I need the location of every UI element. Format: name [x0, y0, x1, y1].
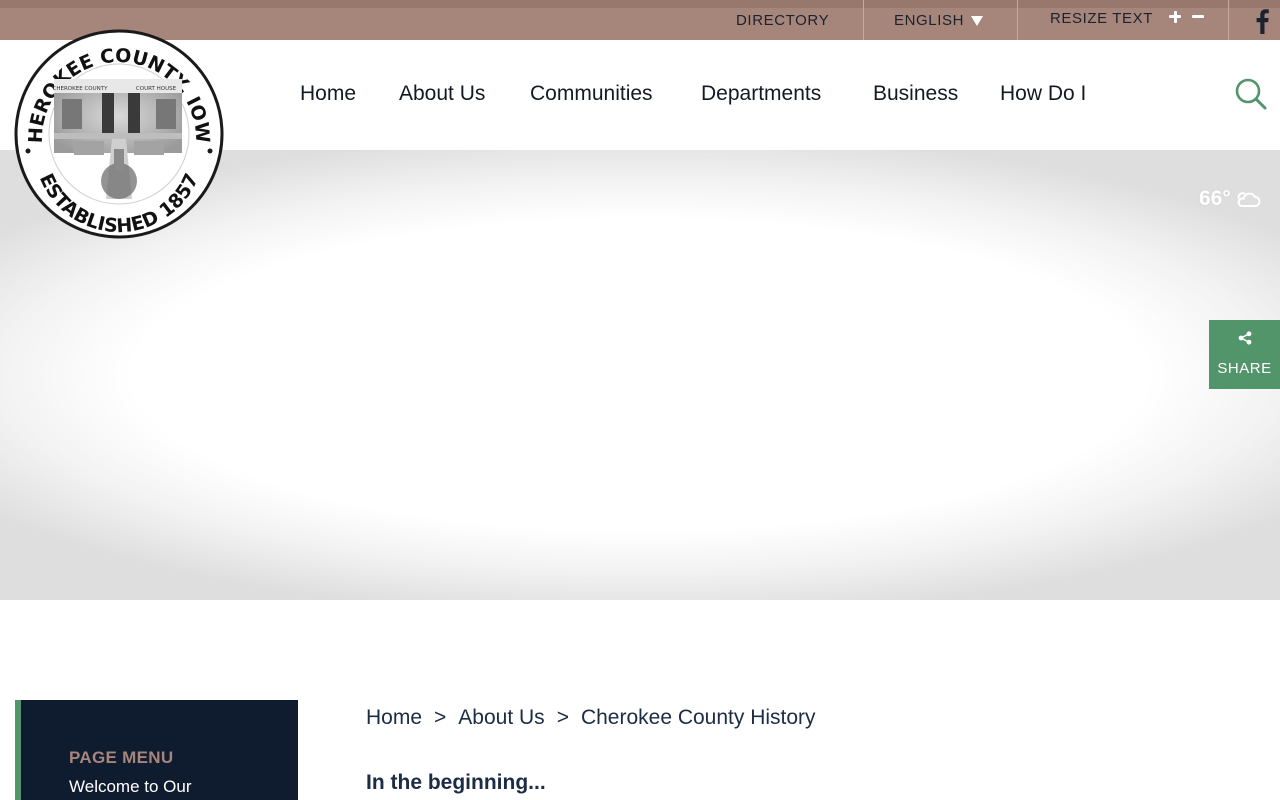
page-menu-title: PAGE MENU — [69, 748, 174, 767]
weather-temp: 66° — [1199, 187, 1231, 210]
weather-widget: 66° — [1199, 187, 1261, 211]
directory-link[interactable]: DIRECTORY — [736, 0, 829, 40]
partly-cloudy-icon — [1237, 192, 1261, 207]
directory-label: DIRECTORY — [736, 11, 830, 29]
minus-icon[interactable] — [1190, 9, 1206, 25]
share-label: SHARE — [1217, 360, 1272, 377]
language-label: ENGLISH — [894, 11, 965, 29]
breadcrumb-current: Cherokee County History — [580, 706, 816, 729]
nav-communities[interactable]: Communities — [530, 82, 653, 106]
logo-building-left: CHEROKEE COUNTY — [53, 86, 109, 92]
facebook-icon[interactable] — [1252, 8, 1272, 34]
nav-how-do-i[interactable]: How Do I — [1000, 82, 1086, 106]
breadcrumb-home[interactable]: Home — [366, 706, 422, 730]
search-icon[interactable] — [1234, 77, 1268, 111]
share-button[interactable]: SHARE — [1209, 320, 1280, 389]
county-seal-logo[interactable]: CHEROKEE COUNTY, IOWA ESTABLISHED 1857 C… — [14, 29, 224, 239]
language-select[interactable]: ENGLISH — [894, 0, 984, 40]
breadcrumb-separator: > — [434, 706, 447, 729]
nav-home[interactable]: Home — [300, 82, 356, 106]
utility-divider — [1228, 0, 1229, 40]
utility-divider — [1017, 0, 1018, 40]
page-menu: PAGE MENU Welcome to Our — [15, 700, 298, 800]
content-heading: In the beginning... — [366, 771, 546, 794]
breadcrumb-separator: > — [556, 706, 569, 729]
utility-divider — [863, 0, 864, 40]
nav-departments[interactable]: Departments — [701, 82, 821, 106]
triangle-down-icon — [971, 16, 984, 26]
logo-building-right: COURT HOUSE — [136, 86, 177, 92]
plus-icon[interactable] — [1167, 9, 1183, 25]
nav-about-us[interactable]: About Us — [399, 82, 485, 106]
page-menu-item-welcome[interactable]: Welcome to Our — [69, 777, 192, 797]
breadcrumb: Home > About Us > Cherokee County Histor… — [366, 706, 816, 730]
breadcrumb-about-us[interactable]: About Us — [458, 706, 544, 730]
resize-text-label: RESIZE TEXT — [1050, 9, 1154, 27]
nav-business[interactable]: Business — [873, 82, 958, 106]
share-icon — [1238, 331, 1252, 345]
